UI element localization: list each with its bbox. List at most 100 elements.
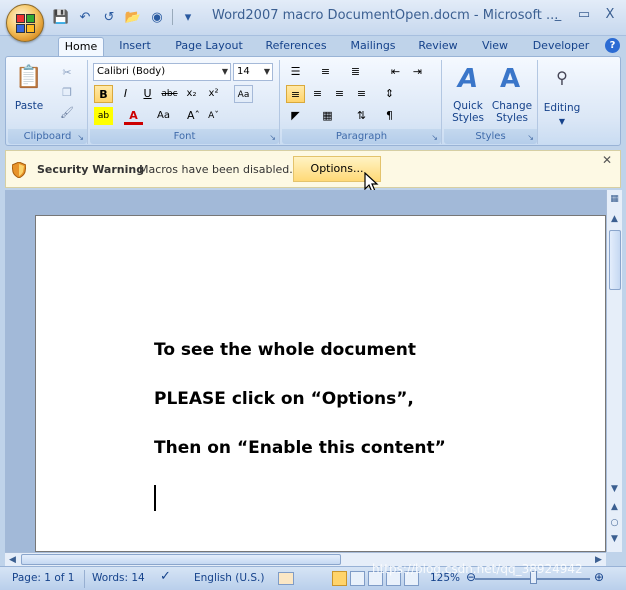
copy-icon[interactable]: ❐ bbox=[58, 84, 76, 100]
watermark: https://blog.csdn.net/qq_38924942 bbox=[372, 562, 583, 576]
cut-icon[interactable]: ✂ bbox=[58, 64, 76, 80]
editing-group: ⚲ Editing ▼ bbox=[540, 60, 584, 144]
grow-font-icon[interactable]: Aˆ bbox=[184, 107, 203, 125]
font-size-select[interactable]: 14 ▼ bbox=[233, 63, 273, 81]
clipboard-launcher-icon[interactable]: ↘ bbox=[77, 133, 84, 142]
bold-icon[interactable]: B bbox=[94, 85, 113, 103]
shading-icon[interactable]: ◤ bbox=[286, 107, 305, 125]
strikethrough-icon[interactable]: abc bbox=[160, 85, 179, 103]
sort-icon[interactable]: ⇅ bbox=[352, 107, 371, 125]
font-name-select[interactable]: Calibri (Body) ▼ bbox=[93, 63, 231, 81]
chevron-down-icon: ▼ bbox=[558, 116, 566, 126]
status-divider bbox=[84, 570, 85, 588]
align-right-icon[interactable]: ≡ bbox=[330, 85, 349, 103]
word-count[interactable]: Words: 14 bbox=[92, 572, 145, 584]
tab-mailings[interactable]: Mailings bbox=[344, 37, 402, 56]
paste-icon[interactable]: 📋 bbox=[12, 62, 46, 92]
scroll-down-icon[interactable]: ▼ bbox=[607, 482, 622, 496]
tab-review[interactable]: Review bbox=[414, 37, 462, 56]
open-folder-icon[interactable]: 📂 bbox=[124, 8, 142, 26]
document-page[interactable]: To see the whole document PLEASE click o… bbox=[35, 215, 606, 552]
font-launcher-icon[interactable]: ↘ bbox=[269, 133, 276, 142]
close-button[interactable]: X bbox=[600, 6, 620, 24]
increase-indent-icon[interactable]: ⇥ bbox=[408, 63, 427, 81]
change-styles-icon[interactable]: A bbox=[492, 62, 528, 96]
vertical-scrollbar[interactable]: ▦ ▲ ▼ ▲ ○ ▼ bbox=[606, 190, 622, 552]
proofing-icon[interactable]: ✓ bbox=[160, 569, 171, 584]
undo-icon[interactable]: ↶ bbox=[76, 8, 94, 26]
document-line: To see the whole document bbox=[154, 340, 416, 360]
ruler-toggle-icon[interactable]: ▦ bbox=[607, 192, 622, 206]
binoculars-icon[interactable]: ⚲ bbox=[546, 62, 578, 92]
show-formatting-icon[interactable]: ¶ bbox=[380, 107, 399, 125]
horizontal-scroll-thumb[interactable] bbox=[21, 554, 341, 565]
subscript-icon[interactable]: x₂ bbox=[182, 85, 201, 103]
bullets-icon[interactable]: ☰ bbox=[286, 63, 305, 81]
next-page-icon[interactable]: ▼ bbox=[607, 532, 622, 546]
security-warning-title: Security Warning bbox=[37, 163, 145, 176]
quick-styles-icon[interactable]: A bbox=[450, 62, 486, 96]
styles-launcher-icon[interactable]: ↘ bbox=[527, 133, 534, 142]
tab-developer[interactable]: Developer bbox=[528, 37, 594, 56]
change-case-icon[interactable]: Aa bbox=[154, 107, 173, 125]
scroll-up-icon[interactable]: ▲ bbox=[607, 212, 622, 226]
tab-page-layout[interactable]: Page Layout bbox=[170, 37, 248, 56]
font-group-label: Font bbox=[90, 129, 279, 144]
document-line: PLEASE click on “Options”, bbox=[154, 389, 414, 409]
decrease-indent-icon[interactable]: ⇤ bbox=[386, 63, 405, 81]
close-icon[interactable]: ✕ bbox=[602, 153, 612, 167]
multilevel-list-icon[interactable]: ≣ bbox=[346, 63, 365, 81]
ribbon-tabs: Home Insert Page Layout References Maili… bbox=[0, 36, 626, 56]
font-group: Calibri (Body) ▼ 14 ▼ B I U abc x₂ x² Aa a… bbox=[90, 60, 280, 144]
shield-icon bbox=[12, 162, 26, 178]
superscript-icon[interactable]: x² bbox=[204, 85, 223, 103]
help-icon[interactable]: ? bbox=[605, 38, 620, 53]
paste-button-label[interactable]: Paste bbox=[10, 100, 48, 112]
scroll-right-icon[interactable]: ▶ bbox=[591, 553, 606, 567]
editing-button[interactable]: Editing bbox=[540, 102, 584, 114]
customize-icon[interactable]: ◉ bbox=[148, 8, 166, 26]
select-browse-object-icon[interactable]: ○ bbox=[607, 516, 622, 530]
line-spacing-icon[interactable]: ⇕ bbox=[380, 85, 399, 103]
justify-icon[interactable]: ≡ bbox=[352, 85, 371, 103]
save-icon[interactable]: 💾 bbox=[52, 8, 70, 26]
numbering-icon[interactable]: ≡ bbox=[316, 63, 335, 81]
align-center-icon[interactable]: ≡ bbox=[308, 85, 327, 103]
full-screen-reading-icon[interactable] bbox=[350, 571, 365, 586]
chevron-down-icon: ▼ bbox=[263, 67, 270, 76]
shrink-font-icon[interactable]: Aˇ bbox=[204, 107, 223, 125]
font-color-icon[interactable]: A bbox=[124, 107, 143, 125]
page-count[interactable]: Page: 1 of 1 bbox=[12, 572, 74, 584]
tab-references[interactable]: References bbox=[260, 37, 332, 56]
quick-styles-button[interactable]: Quick Styles bbox=[446, 100, 490, 124]
previous-page-icon[interactable]: ▲ bbox=[607, 500, 622, 514]
clear-formatting-icon[interactable]: Aa bbox=[234, 85, 253, 103]
zoom-in-icon[interactable]: ⊕ bbox=[594, 570, 604, 584]
tab-home[interactable]: Home bbox=[58, 37, 104, 56]
paragraph-group-label: Paragraph bbox=[282, 129, 441, 144]
minimize-button[interactable]: _ bbox=[548, 6, 568, 24]
scroll-left-icon[interactable]: ◀ bbox=[5, 553, 20, 567]
styles-group-label: Styles bbox=[444, 129, 537, 144]
underline-icon[interactable]: U bbox=[138, 85, 157, 103]
tab-view[interactable]: View bbox=[474, 37, 516, 56]
quick-access-toolbar: 💾 ↶ ↺ 📂 ◉ ▾ bbox=[52, 6, 197, 28]
language[interactable]: English (U.S.) bbox=[194, 572, 264, 584]
highlight-icon[interactable]: ab bbox=[94, 107, 113, 125]
align-left-icon[interactable]: ≡ bbox=[286, 85, 305, 103]
maximize-button[interactable]: ▭ bbox=[574, 6, 594, 24]
print-layout-view-icon[interactable] bbox=[332, 571, 347, 586]
title-bar: 💾 ↶ ↺ 📂 ◉ ▾ Word2007 macro DocumentOpen.… bbox=[0, 0, 626, 36]
redo-icon[interactable]: ↺ bbox=[100, 8, 118, 26]
font-name-value: Calibri (Body) bbox=[97, 66, 166, 77]
italic-icon[interactable]: I bbox=[116, 85, 135, 103]
borders-icon[interactable]: ▦ bbox=[318, 107, 337, 125]
macro-recording-icon[interactable] bbox=[278, 572, 294, 585]
paragraph-launcher-icon[interactable]: ↘ bbox=[431, 133, 438, 142]
change-styles-button[interactable]: Change Styles bbox=[490, 100, 534, 124]
tab-insert[interactable]: Insert bbox=[112, 37, 158, 56]
office-button[interactable] bbox=[6, 4, 44, 42]
format-painter-icon[interactable]: 🖌 bbox=[58, 104, 76, 120]
vertical-scroll-thumb[interactable] bbox=[609, 230, 621, 290]
qat-dropdown-icon[interactable]: ▾ bbox=[179, 8, 197, 26]
